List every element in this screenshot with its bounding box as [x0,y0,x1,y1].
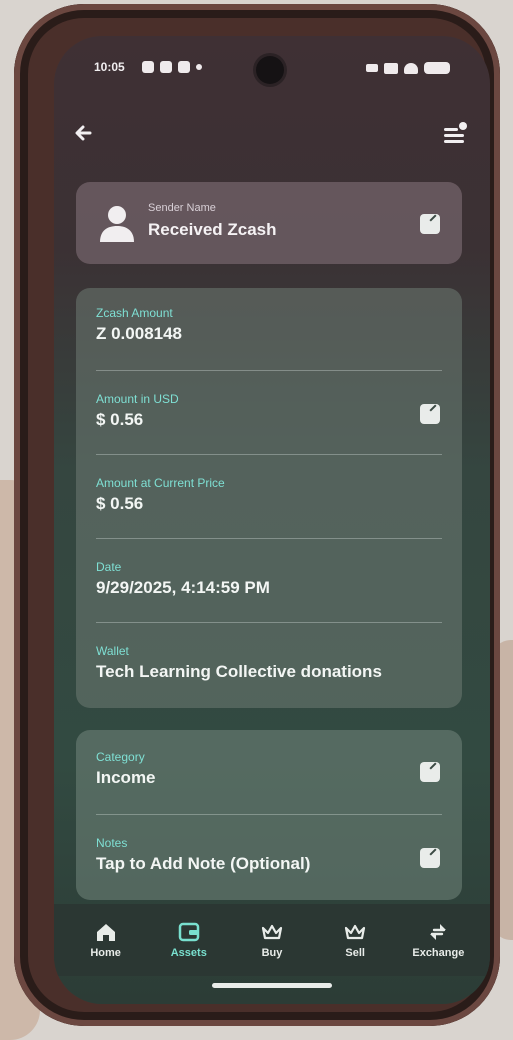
notification-icons [142,61,202,73]
field-value: Z 0.008148 [96,324,183,343]
divider [96,622,442,623]
edit-icon[interactable] [420,848,440,868]
field-value: 9/29/2025, 4:14:59 PM [96,578,270,597]
field-value: $ 0.56 [96,410,144,429]
wifi-icon [404,62,418,74]
field-amount-usd: Amount in USD $ 0.56 [96,392,442,430]
divider [96,370,442,371]
front-camera [256,56,284,84]
notification-icon [142,61,154,73]
nav-label: Assets [170,947,207,959]
user-icon [100,206,134,242]
field-zcash-amount: Zcash Amount Z 0.008148 [96,306,442,344]
filter-menu-icon[interactable] [440,118,470,148]
field-notes[interactable]: Notes Tap to Add Note (Optional) [96,836,442,874]
sender-label: Sender Name [148,202,216,214]
divider [96,538,442,539]
field-label: Wallet [96,644,129,658]
status-time: 10:05 [94,60,125,74]
field-label: Category [96,750,145,764]
sender-name: Received Zcash [148,220,277,239]
field-label: Date [96,560,122,574]
bottom-navigation: Home Assets Buy Sell Exchange [54,904,490,976]
gesture-home-bar[interactable] [212,983,332,988]
field-wallet: Wallet Tech Learning Collective donation… [96,644,442,682]
field-category[interactable]: Category Income [96,750,442,788]
system-icons [366,62,450,74]
field-date: Date 9/29/2025, 4:14:59 PM [96,560,442,598]
divider [96,814,442,815]
battery-icon [424,62,450,74]
crown-icon [261,924,283,940]
field-label: Notes [96,836,128,850]
phone-frame: 10:05 Sender Name Received Zcash Zcash A… [14,4,500,1026]
notification-icon [178,61,190,73]
divider [96,454,442,455]
nav-sell[interactable]: Sell [320,921,390,959]
exchange-icon [430,924,447,940]
signal-icon [384,62,398,74]
data-icon [366,64,378,72]
nav-label: Sell [345,947,365,959]
field-label: Zcash Amount [96,306,173,320]
phone-screen: 10:05 Sender Name Received Zcash Zcash A… [54,36,490,1004]
transaction-details-card: Zcash Amount Z 0.008148 Amount in USD $ … [76,288,462,708]
field-value: Tech Learning Collective donations [96,662,382,681]
top-bar [54,116,490,156]
edit-icon[interactable] [420,214,440,234]
more-notifications-icon [196,64,202,70]
field-label: Amount in USD [96,392,179,406]
sender-card: Sender Name Received Zcash [76,182,462,264]
nav-label: Home [90,947,121,959]
field-value: Income [96,768,156,787]
nav-home[interactable]: Home [71,921,141,959]
home-icon [96,924,115,941]
edit-icon[interactable] [420,762,440,782]
nav-exchange[interactable]: Exchange [403,921,473,959]
wallet-icon [178,922,200,942]
field-label: Amount at Current Price [96,476,225,490]
edit-icon[interactable] [420,404,440,424]
field-amount-current-price: Amount at Current Price $ 0.56 [96,476,442,514]
field-value: Tap to Add Note (Optional) [96,854,311,873]
category-notes-card: Category Income Notes Tap to Add Note (O… [76,730,462,900]
nav-buy[interactable]: Buy [237,921,307,959]
back-arrow-icon[interactable] [70,118,100,148]
nav-assets[interactable]: Assets [154,921,224,959]
field-value: $ 0.56 [96,494,144,513]
crown-icon [345,924,366,940]
nav-label: Buy [261,947,283,959]
nav-label: Exchange [412,947,465,959]
notification-icon [160,61,172,73]
